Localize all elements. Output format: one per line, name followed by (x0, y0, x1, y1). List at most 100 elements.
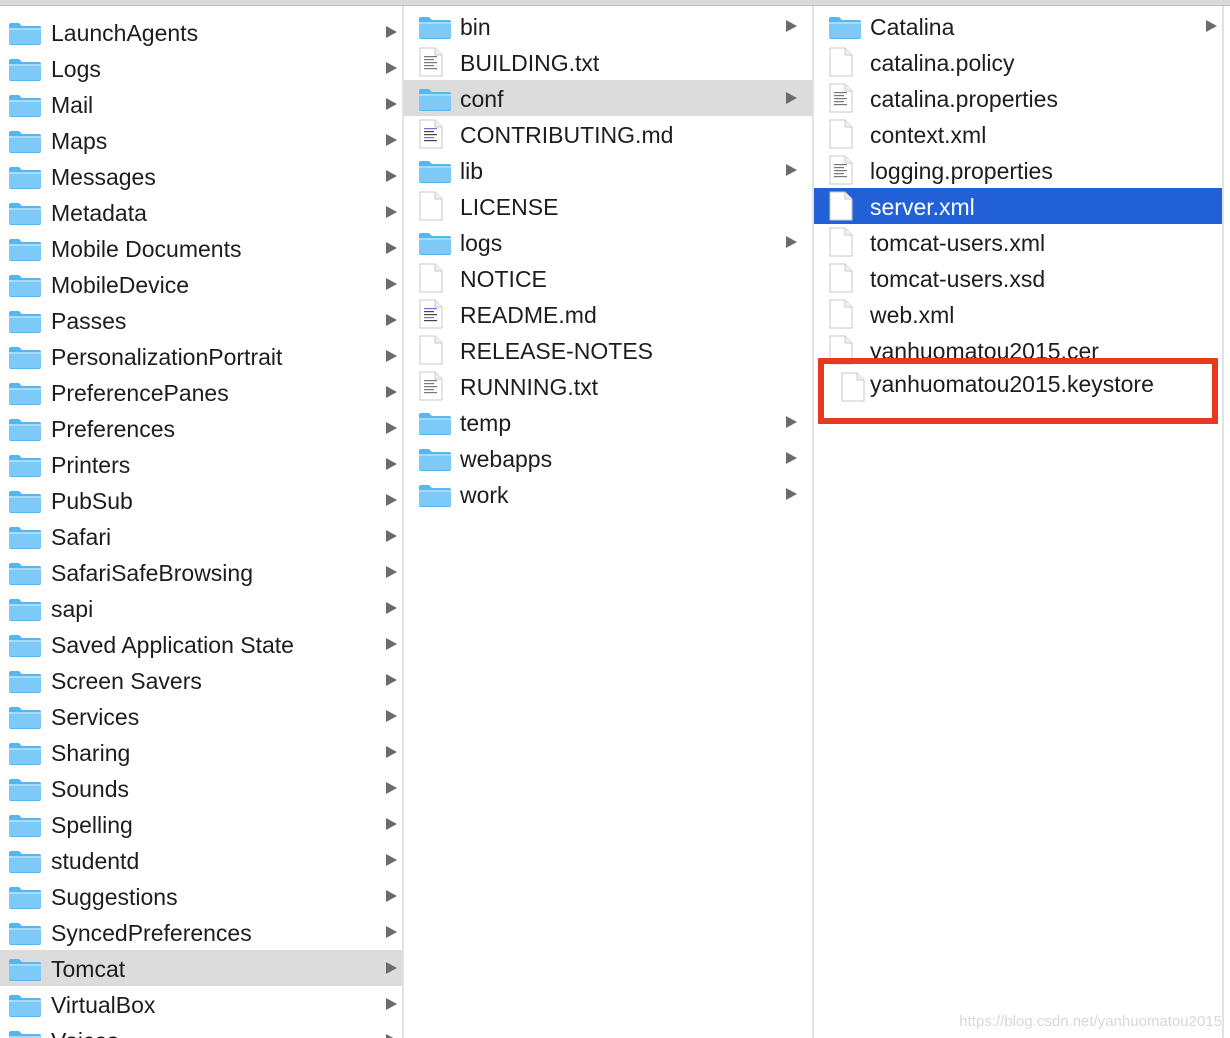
list-item[interactable]: tomcat-users.xml (814, 224, 1222, 260)
list-item[interactable]: lib (404, 152, 812, 188)
disclosure-triangle-icon[interactable] (386, 926, 397, 938)
disclosure-triangle-icon[interactable] (386, 422, 397, 434)
list-item[interactable]: Printers (0, 446, 402, 482)
list-item[interactable]: Sharing (0, 734, 402, 770)
list-item[interactable]: temp (404, 404, 812, 440)
list-item[interactable]: Catalina (814, 8, 1222, 44)
list-item[interactable]: Mail (0, 86, 402, 122)
disclosure-triangle-icon[interactable] (386, 818, 397, 830)
list-item[interactable]: catalina.properties (814, 80, 1222, 116)
list-item[interactable]: PersonalizationPortrait (0, 338, 402, 374)
disclosure-triangle-icon[interactable] (386, 782, 397, 794)
folder-icon (8, 129, 42, 158)
document-icon (418, 191, 444, 226)
list-item[interactable]: web.xml (814, 296, 1222, 332)
column-tomcat[interactable]: bin BUILDING.txt conf CONTRIBUTING.md lib LIC… (404, 6, 812, 1038)
disclosure-triangle-icon[interactable] (386, 98, 397, 110)
list-item[interactable]: work (404, 476, 812, 512)
list-item[interactable]: BUILDING.txt (404, 44, 812, 80)
list-item[interactable]: LICENSE (404, 188, 812, 224)
disclosure-triangle-icon[interactable] (386, 314, 397, 326)
list-item[interactable]: Maps (0, 122, 402, 158)
list-item[interactable]: VirtualBox (0, 986, 402, 1022)
item-label: Spelling (51, 812, 133, 838)
disclosure-triangle-icon[interactable] (386, 170, 397, 182)
list-item[interactable]: catalina.policy (814, 44, 1222, 80)
disclosure-triangle-icon[interactable] (386, 530, 397, 542)
list-item[interactable]: studentd (0, 842, 402, 878)
list-item[interactable]: bin (404, 8, 812, 44)
disclosure-triangle-icon[interactable] (386, 278, 397, 290)
list-item[interactable]: NOTICE (404, 260, 812, 296)
disclosure-triangle-icon[interactable] (386, 134, 397, 146)
disclosure-triangle-icon[interactable] (386, 638, 397, 650)
list-item[interactable]: server.xml (814, 188, 1222, 224)
disclosure-triangle-icon[interactable] (786, 452, 797, 464)
list-item[interactable]: sapi (0, 590, 402, 626)
list-item[interactable]: Tomcat (0, 950, 402, 986)
disclosure-triangle-icon[interactable] (386, 386, 397, 398)
disclosure-triangle-icon[interactable] (386, 494, 397, 506)
list-item[interactable]: SyncedPreferences (0, 914, 402, 950)
list-item[interactable]: Screen Savers (0, 662, 402, 698)
list-item[interactable]: Mobile Documents (0, 230, 402, 266)
highlighted-item[interactable]: yanhuomatou2015.keystore (830, 368, 1202, 410)
disclosure-triangle-icon[interactable] (386, 602, 397, 614)
disclosure-triangle-icon[interactable] (386, 674, 397, 686)
folder-icon (8, 525, 42, 554)
list-item[interactable]: README.md (404, 296, 812, 332)
list-item[interactable]: RELEASE-NOTES (404, 332, 812, 368)
list-item[interactable]: context.xml (814, 116, 1222, 152)
disclosure-triangle-icon[interactable] (386, 854, 397, 866)
disclosure-triangle-icon[interactable] (386, 710, 397, 722)
list-item[interactable]: Services (0, 698, 402, 734)
disclosure-triangle-icon[interactable] (1206, 20, 1217, 32)
list-item[interactable]: Safari (0, 518, 402, 554)
list-item[interactable]: Passes (0, 302, 402, 338)
list-item[interactable]: webapps (404, 440, 812, 476)
list-item[interactable]: conf (404, 80, 812, 116)
disclosure-triangle-icon[interactable] (386, 458, 397, 470)
disclosure-triangle-icon[interactable] (786, 164, 797, 176)
item-label: logs (460, 230, 503, 256)
disclosure-triangle-icon[interactable] (786, 488, 797, 500)
disclosure-triangle-icon[interactable] (386, 890, 397, 902)
list-item[interactable]: Messages (0, 158, 402, 194)
list-item[interactable]: SafariSafeBrowsing (0, 554, 402, 590)
column-conf[interactable]: Catalina catalina.policy catalina.properti… (814, 6, 1222, 1038)
disclosure-triangle-icon[interactable] (386, 1034, 397, 1038)
disclosure-triangle-icon[interactable] (786, 92, 797, 104)
list-item[interactable]: Suggestions (0, 878, 402, 914)
disclosure-triangle-icon[interactable] (386, 242, 397, 254)
list-item[interactable]: Preferences (0, 410, 402, 446)
list-item[interactable]: Saved Application State (0, 626, 402, 662)
list-item[interactable]: logging.properties (814, 152, 1222, 188)
list-item[interactable]: tomcat-users.xsd (814, 260, 1222, 296)
column-divider[interactable] (1222, 6, 1224, 1038)
list-item[interactable]: logs (404, 224, 812, 260)
list-item[interactable]: PubSub (0, 482, 402, 518)
folder-icon (8, 1029, 42, 1038)
list-item[interactable]: MobileDevice (0, 266, 402, 302)
list-item[interactable]: Sounds (0, 770, 402, 806)
disclosure-triangle-icon[interactable] (386, 962, 397, 974)
list-item[interactable]: Spelling (0, 806, 402, 842)
column-library[interactable]: LaunchAgents Logs Mail Maps Messages Metadata… (0, 6, 402, 1038)
disclosure-triangle-icon[interactable] (386, 746, 397, 758)
list-item[interactable]: CONTRIBUTING.md (404, 116, 812, 152)
disclosure-triangle-icon[interactable] (386, 206, 397, 218)
list-item[interactable]: Voices (0, 1022, 402, 1038)
list-item[interactable]: PreferencePanes (0, 374, 402, 410)
disclosure-triangle-icon[interactable] (786, 20, 797, 32)
disclosure-triangle-icon[interactable] (786, 236, 797, 248)
list-item[interactable]: LaunchAgents (0, 14, 402, 50)
disclosure-triangle-icon[interactable] (386, 26, 397, 38)
disclosure-triangle-icon[interactable] (386, 62, 397, 74)
disclosure-triangle-icon[interactable] (386, 998, 397, 1010)
disclosure-triangle-icon[interactable] (386, 566, 397, 578)
disclosure-triangle-icon[interactable] (386, 350, 397, 362)
list-item[interactable]: Logs (0, 50, 402, 86)
list-item[interactable]: RUNNING.txt (404, 368, 812, 404)
disclosure-triangle-icon[interactable] (786, 416, 797, 428)
list-item[interactable]: Metadata (0, 194, 402, 230)
